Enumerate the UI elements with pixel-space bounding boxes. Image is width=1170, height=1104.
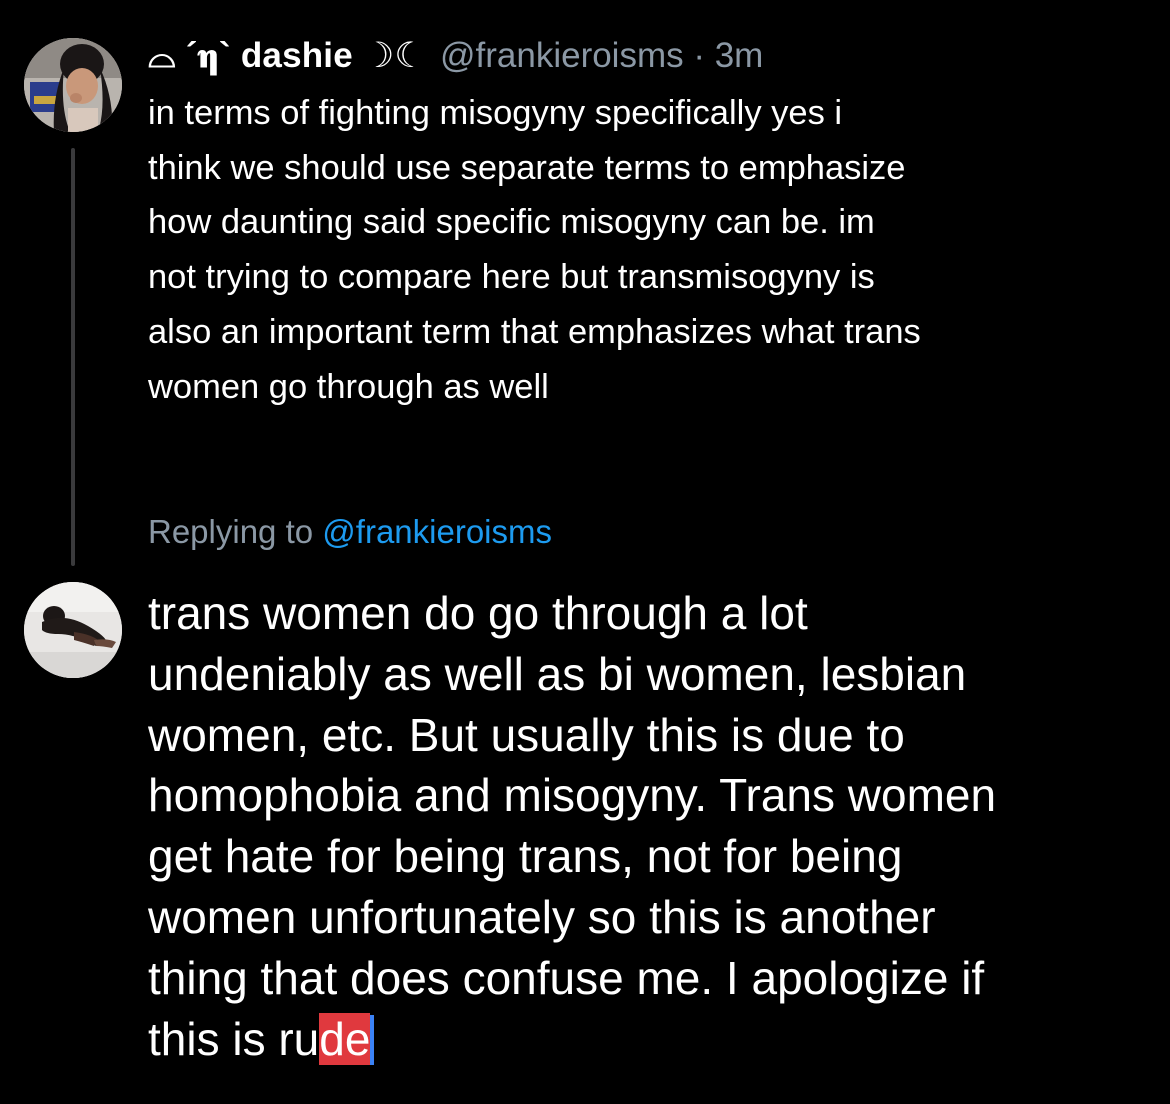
compose-reply-textarea[interactable]: trans women do go through a lot undeniab… — [148, 583, 1148, 1069]
parent-author-avatar[interactable] — [24, 38, 122, 132]
reply-author-avatar[interactable] — [24, 582, 122, 678]
replying-to-label: Replying to — [148, 513, 314, 550]
parent-tweet-header: ⌓ ´𝛈` dashie ☽☾ @frankieroisms · 3m — [148, 34, 763, 78]
parent-tweet-text: in terms of fighting misogyny specifical… — [148, 94, 921, 406]
compose-line: women unfortunately so this is another — [148, 890, 936, 943]
thread-connector-line — [71, 148, 75, 566]
replying-to-mention[interactable]: @frankieroisms — [322, 513, 552, 550]
author-handle-timestamp: @frankieroisms · 3m — [439, 36, 764, 75]
compose-line: undeniably as well as bi women, lesbian — [148, 647, 967, 700]
avatar-photo-icon — [24, 38, 122, 132]
avatar-photo-icon — [24, 582, 122, 678]
text-selection-highlight[interactable]: de — [319, 1012, 371, 1065]
compose-last-line: this is rude — [148, 1009, 1148, 1070]
compose-line: homophobia and misogyny. Trans women — [148, 769, 997, 822]
compose-line: thing that does confuse me. I apologize … — [148, 951, 985, 1004]
author-display-name[interactable]: ⌓ ´𝛈` dashie ☽☾ — [148, 36, 426, 76]
compose-line: trans women do go through a lot — [148, 587, 808, 639]
text-cursor — [370, 1014, 375, 1065]
replying-to-context: Replying to @frankieroisms — [148, 510, 552, 554]
compose-last-line-prefix: this is ru — [148, 1012, 320, 1065]
compose-line: get hate for being trans, not for being — [148, 830, 903, 883]
compose-line: women, etc. But usually this is due to — [148, 708, 905, 761]
